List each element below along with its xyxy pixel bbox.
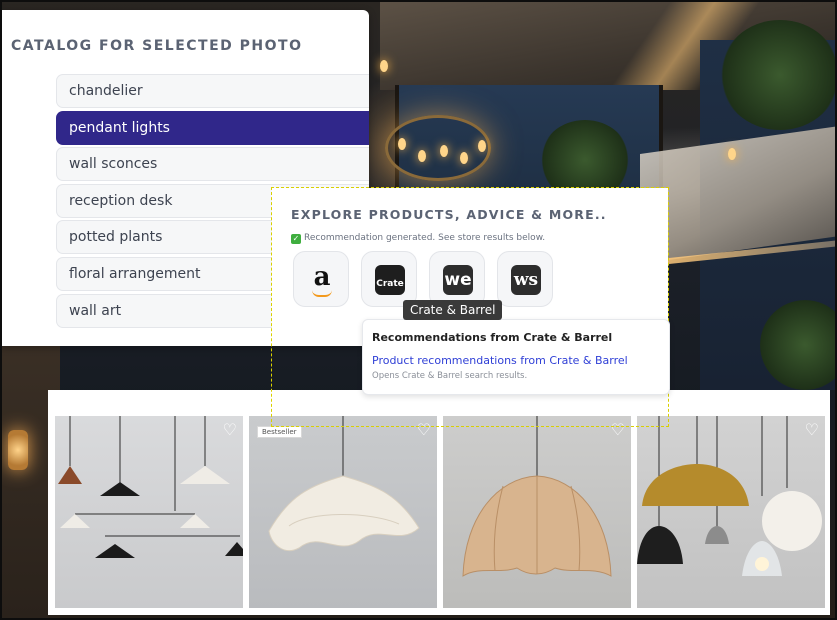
cone-pendant-chandelier-icon	[58, 416, 243, 558]
recommendation-card: Recommendations from Crate & Barrel Prod…	[362, 319, 670, 395]
williams-sonoma-icon: ws	[511, 265, 541, 295]
catalog-item-chandelier[interactable]: chandelier	[56, 74, 369, 108]
favorite-heart-icon[interactable]: ♡	[805, 422, 819, 438]
wavy-fabric-pendant-icon	[268, 416, 420, 552]
linen-dome-pendant-icon	[462, 416, 612, 577]
store-button-west-elm[interactable]: we	[429, 251, 485, 307]
west-elm-icon: we	[443, 265, 473, 295]
crate-and-barrel-icon: Crate	[375, 265, 405, 295]
store-tooltip: Crate & Barrel	[403, 300, 503, 320]
amazon-icon: a	[307, 264, 337, 297]
store-button-williams-sonoma[interactable]: ws	[497, 251, 553, 307]
explore-panel: EXPLORE PRODUCTS, ADVICE & MORE.. ✓ Recom…	[271, 187, 670, 427]
status-text: Recommendation generated. See store resu…	[304, 233, 546, 243]
catalog-title: CATALOG FOR SELECTED PHOTO	[11, 38, 303, 54]
product-tile[interactable]: ♡	[637, 416, 825, 608]
recommendation-link[interactable]: Product recommendations from Crate & Bar…	[372, 354, 628, 367]
brass-globe-pendants-icon	[637, 416, 822, 576]
explore-title: EXPLORE PRODUCTS, ADVICE & MORE..	[291, 207, 607, 222]
status-message: ✓ Recommendation generated. See store res…	[291, 233, 545, 244]
catalog-item-wall-sconces[interactable]: wall sconces	[56, 147, 369, 182]
store-button-amazon[interactable]: a	[293, 251, 349, 307]
checkmark-icon: ✓	[291, 234, 301, 244]
recommendation-heading: Recommendations from Crate & Barrel	[372, 331, 613, 344]
bestseller-badge: Bestseller	[257, 426, 302, 438]
store-button-crate-and-barrel[interactable]: Crate	[361, 251, 417, 307]
recommendation-subtext: Opens Crate & Barrel search results.	[372, 371, 528, 381]
product-tile[interactable]: Bestseller ♡	[249, 416, 437, 608]
favorite-heart-icon[interactable]: ♡	[223, 422, 237, 438]
catalog-item-pendant-lights[interactable]: pendant lights	[56, 110, 369, 145]
product-tile[interactable]: ♡	[55, 416, 243, 608]
product-tile[interactable]: ♡	[443, 416, 631, 608]
